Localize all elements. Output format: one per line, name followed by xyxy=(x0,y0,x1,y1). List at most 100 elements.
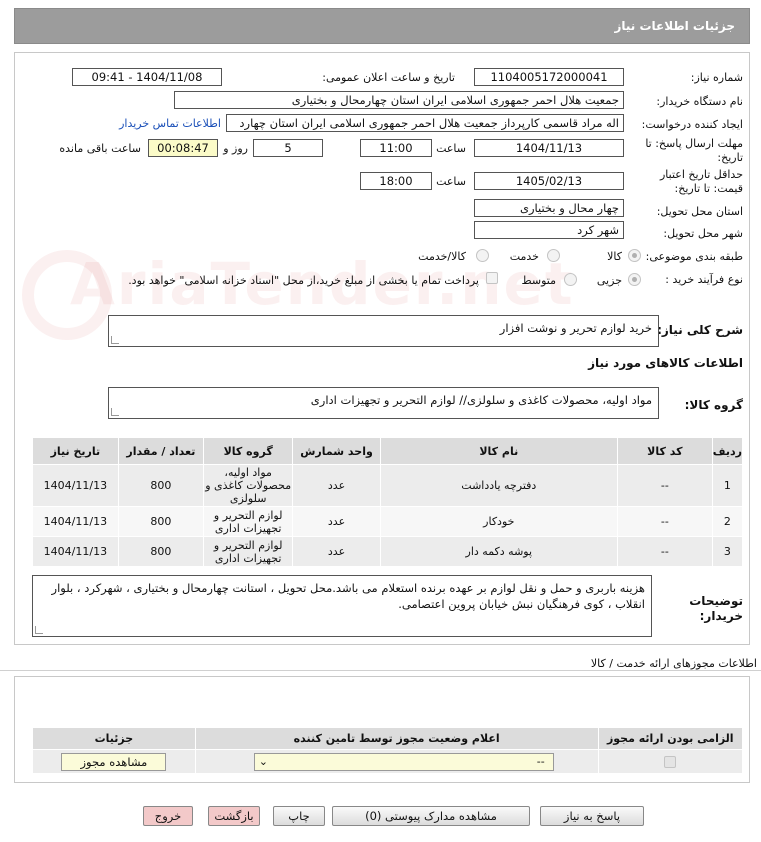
province-label: استان محل تحویل: xyxy=(656,205,743,218)
cell-group: لوازم التحریر و تجهیزات اداری xyxy=(202,506,294,537)
purchase-option-minor: جزیی xyxy=(596,274,622,287)
validity-date-field: 1405/02/13 xyxy=(474,172,624,190)
view-license-button[interactable]: مشاهده مجوز xyxy=(61,752,167,771)
col-code: کد کالا xyxy=(616,437,713,465)
treasury-payment-checkbox[interactable] xyxy=(486,272,498,284)
attachments-button[interactable]: مشاهده مدارک پیوستی (0) xyxy=(332,806,530,826)
days-label: روز و xyxy=(223,142,248,155)
licenses-title: اطلاعات مجوزهای ارائه خدمت / کالا xyxy=(590,657,757,670)
announce-date-label: تاریخ و ساعت اعلان عمومی: xyxy=(322,71,455,84)
license-status-select[interactable]: ⌄ -- xyxy=(253,752,554,771)
cell-date: 1404/11/13 xyxy=(32,506,119,537)
section-divider xyxy=(0,670,761,671)
buyer-org-label: نام دستگاه خریدار: xyxy=(656,95,743,108)
table-row: ⌄ -- مشاهده مجوز xyxy=(32,749,744,774)
license-required-checkbox xyxy=(664,756,677,768)
category-label: طبقه بندی موضوعی: xyxy=(645,250,743,263)
license-details-cell: مشاهده مجوز xyxy=(32,749,196,774)
goods-group-field: مواد اولیه، محصولات کاغذی و سلولزی// لوا… xyxy=(108,387,659,419)
col-license-status: اعلام وضعیت مجوز توسط تامین کننده xyxy=(194,727,599,750)
buyer-notes-field: هزینه باربری و حمل و نقل لوازم بر عهده ب… xyxy=(32,575,652,637)
table-row: 1 -- دفترچه یادداشت عدد مواد اولیه، محصو… xyxy=(32,464,744,507)
cell-code: -- xyxy=(616,506,713,537)
cell-name: خودکار xyxy=(379,506,618,537)
cell-unit: عدد xyxy=(292,506,381,537)
category-radio-both[interactable] xyxy=(476,249,489,262)
cell-date: 1404/11/13 xyxy=(32,536,119,567)
cell-code: -- xyxy=(616,536,713,567)
buyer-notes-label: توضیحات xyxy=(689,594,743,608)
col-unit: واحد شمارش xyxy=(292,437,381,465)
col-row: ردیف xyxy=(711,437,744,465)
purchase-radio-medium[interactable] xyxy=(564,273,577,286)
need-number-label: شماره نیاز: xyxy=(690,71,743,84)
category-option-both: کالا/خدمت xyxy=(418,250,466,263)
summary-field: خرید لوازم تحریر و نوشت افزار xyxy=(108,315,659,347)
cell-unit: عدد xyxy=(292,464,381,507)
cell-qty: 800 xyxy=(117,506,204,537)
buyer-contact-link[interactable]: اطلاعات تماس خریدار xyxy=(119,117,221,130)
province-field: چهار محال و بختیاری xyxy=(474,199,624,217)
licenses-table-header: الزامی بودن ارائه مجوز اعلام وضعیت مجوز … xyxy=(32,727,744,750)
category-radio-service[interactable] xyxy=(547,249,560,262)
announce-date-field: 1404/11/08 - 09:41 xyxy=(72,68,222,86)
reply-button[interactable]: پاسخ به نیاز xyxy=(540,806,644,826)
chevron-down-icon: ⌄ xyxy=(258,754,268,768)
col-license-required: الزامی بودن ارائه مجوز xyxy=(597,727,744,750)
deadline-date-field: 1404/11/13 xyxy=(474,139,624,157)
need-number-field: 1104005172000041 xyxy=(474,68,624,86)
table-row: 2 -- خودکار عدد لوازم التحریر و تجهیزات … xyxy=(32,506,744,537)
col-group: گروه کالا xyxy=(202,437,294,465)
treasury-payment-note: پرداخت تمام یا بخشی از مبلغ خرید،از محل … xyxy=(128,274,479,287)
summary-text: خرید لوازم تحریر و نوشت افزار xyxy=(499,321,652,335)
purchase-radio-minor[interactable] xyxy=(628,273,641,286)
license-status-value: -- xyxy=(536,754,545,768)
back-button[interactable]: بازگشت xyxy=(208,806,260,826)
cell-row: 1 xyxy=(711,464,744,507)
remaining-time-field: 00:08:47 xyxy=(148,139,218,157)
license-status-cell: ⌄ -- xyxy=(194,749,599,774)
deadline-label: مهلت ارسال پاسخ: تا xyxy=(645,137,743,150)
city-label: شهر محل تحویل: xyxy=(663,227,743,240)
buyer-notes-label-2: خریدار: xyxy=(699,609,743,623)
purchase-option-medium: متوسط xyxy=(521,274,556,287)
city-field: شهر کرد xyxy=(474,221,624,239)
col-qty: تعداد / مقدار xyxy=(117,437,204,465)
goods-group-text: مواد اولیه، محصولات کاغذی و سلولزی// لوا… xyxy=(310,393,652,407)
category-option-goods: کالا xyxy=(607,250,622,263)
cell-name: پوشه دکمه دار xyxy=(379,536,618,567)
cell-qty: 800 xyxy=(117,464,204,507)
col-date: تاریخ نیاز xyxy=(32,437,119,465)
deadline-time-label: ساعت xyxy=(436,142,466,155)
license-required-cell xyxy=(597,749,744,774)
cell-row: 3 xyxy=(711,536,744,567)
licenses-table: الزامی بودن ارائه مجوز اعلام وضعیت مجوز … xyxy=(32,727,744,774)
resize-grip-icon[interactable] xyxy=(111,408,119,416)
resize-grip-icon[interactable] xyxy=(111,336,119,344)
page-header: جزئیات اطلاعات نیاز xyxy=(14,8,750,44)
buyer-org-field: جمعیت هلال احمر جمهوری اسلامی ایران استا… xyxy=(174,91,624,109)
validity-time-label: ساعت xyxy=(436,175,466,188)
col-license-details: جزئیات xyxy=(32,727,196,750)
validity-time-field: 18:00 xyxy=(360,172,432,190)
creator-label: ایجاد کننده درخواست: xyxy=(641,118,743,131)
items-table: ردیف کد کالا نام کالا واحد شمارش گروه کا… xyxy=(32,437,744,567)
cell-name: دفترچه یادداشت xyxy=(379,464,618,507)
cell-unit: عدد xyxy=(292,536,381,567)
cell-group: لوازم التحریر و تجهیزات اداری xyxy=(202,536,294,567)
page-title: جزئیات اطلاعات نیاز xyxy=(614,19,735,33)
resize-grip-icon[interactable] xyxy=(35,626,43,634)
exit-button[interactable]: خروج xyxy=(143,806,193,826)
cell-code: -- xyxy=(616,464,713,507)
category-radio-goods[interactable] xyxy=(628,249,641,262)
goods-group-label: گروه کالا: xyxy=(684,398,743,412)
cell-date: 1404/11/13 xyxy=(32,464,119,507)
goods-info-heading: اطلاعات کالاهای مورد نیاز xyxy=(588,356,743,370)
col-name: نام کالا xyxy=(379,437,618,465)
validity-label: حداقل تاریخ اعتبار xyxy=(659,168,743,181)
cell-group: مواد اولیه، محصولات کاغذی و سلولزی xyxy=(202,464,294,507)
cell-row: 2 xyxy=(711,506,744,537)
deadline-label-date: تاریخ: xyxy=(717,151,743,164)
days-remaining-field: 5 xyxy=(253,139,323,157)
print-button[interactable]: چاپ xyxy=(273,806,325,826)
